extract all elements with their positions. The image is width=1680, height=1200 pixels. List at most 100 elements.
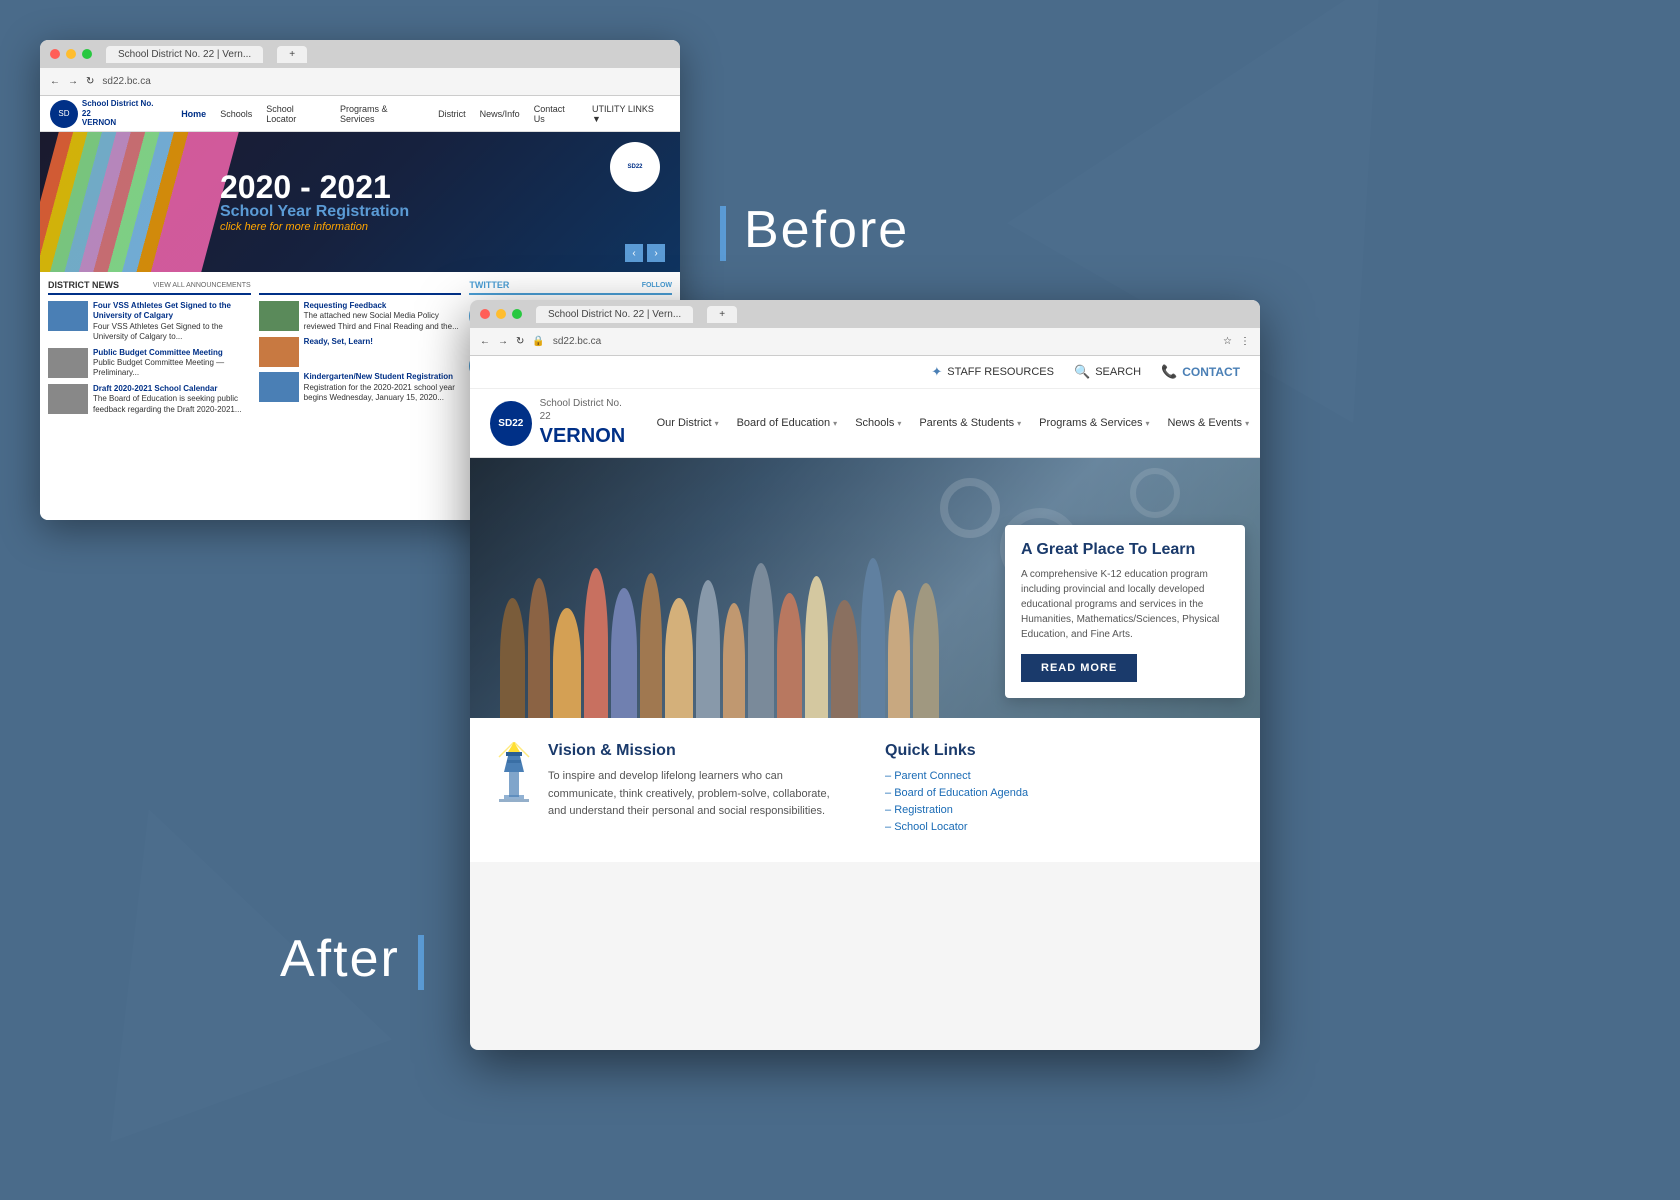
before-hero-badge: SD22 [610,142,660,192]
read-more-button[interactable]: READ MORE [1021,654,1137,682]
figure-15 [888,590,910,718]
search-btn[interactable]: 🔍 SEARCH [1074,364,1141,380]
browser-titlebar-before: School District No. 22 | Vern... + [40,40,680,68]
url-display-before[interactable]: sd22.bc.ca [102,76,150,87]
contact-btn[interactable]: 📞 CONTACT [1161,364,1240,380]
minimize-dot[interactable] [66,49,76,59]
pencils-decoration [40,132,239,272]
after-top-bar: ✦ STAFF RESOURCES 🔍 SEARCH 📞 CONTACT [470,356,1260,389]
before-news-col-2: Requesting Feedback The attached new Soc… [259,280,462,464]
after-logo-text: School District No. 22 VERNON [540,397,629,449]
before-hero-subtitle: School Year Registration [220,203,409,221]
more-text-3: Kindergarten/New Student Registration Re… [304,372,462,403]
more-news-item-2: Ready, Set, Learn! [259,337,462,367]
after-maximize-dot[interactable] [512,309,522,319]
before-hero-year: 2020 - 2021 [220,171,409,203]
hero-info-card: A Great Place To Learn A comprehensive K… [1005,525,1245,698]
quicklinks-title: Quick Links [885,742,1236,760]
vision-text: To inspire and develop lifelong learners… [548,768,845,821]
forward-icon[interactable]: → [68,76,78,87]
hero-card-title: A Great Place To Learn [1021,541,1229,559]
after-minimize-dot[interactable] [496,309,506,319]
gear-decoration-3 [1130,468,1180,518]
after-close-dot[interactable] [480,309,490,319]
staff-resources-btn[interactable]: ✦ STAFF RESOURCES [931,364,1054,380]
chevron-board: ▾ [833,419,837,428]
before-nav-programs[interactable]: Programs & Services [335,102,429,126]
browser-tab-after[interactable]: School District No. 22 | Vern... [536,306,693,323]
lighthouse-icon [494,742,534,802]
after-back-icon[interactable]: ← [480,336,490,347]
before-hero: 2020 - 2021 School Year Registration cli… [40,132,680,272]
nav-parents-students[interactable]: Parents & Students ▾ [911,412,1029,434]
hero-card-text: A comprehensive K-12 education program i… [1021,567,1229,642]
figure-14 [861,558,885,718]
search-icon: 🔍 [1074,364,1090,380]
before-nav-district[interactable]: District [433,107,471,121]
after-logo-nav: SD22 School District No. 22 VERNON Our D… [470,389,1260,457]
before-logo-icon: SD [50,100,78,128]
close-dot[interactable] [50,49,60,59]
quicklink-board-agenda[interactable]: Board of Education Agenda [885,787,1236,799]
more-thumb-3 [259,372,299,402]
reload-icon[interactable]: ↻ [86,76,94,87]
hero-next-arrow[interactable]: › [647,244,665,262]
chevron-district: ▾ [715,419,719,428]
figure-8 [696,580,720,718]
browser-urlbar-before: ← → ↻ sd22.bc.ca [40,68,680,96]
menu-icon[interactable]: ⋮ [1240,336,1250,347]
after-new-tab[interactable]: + [707,306,737,323]
before-hero-link[interactable]: click here for more information [220,221,409,233]
before-news-col: DISTRICT NEWS VIEW ALL ANNOUNCEMENTS Fou… [48,280,251,464]
after-logo: SD22 School District No. 22 VERNON [490,397,629,449]
before-news-header-2 [259,280,462,295]
nav-schools[interactable]: Schools ▾ [847,412,909,434]
quicklink-school-locator[interactable]: School Locator [885,821,1236,833]
news-text-1: Four VSS Athletes Get Signed to the Univ… [93,301,251,343]
after-reload-icon[interactable]: ↻ [516,336,524,347]
figure-3 [553,608,581,718]
after-site-header: ✦ STAFF RESOURCES 🔍 SEARCH 📞 CONTACT SD2… [470,356,1260,458]
url-display-after[interactable]: sd22.bc.ca [553,336,601,347]
figure-4 [584,568,608,718]
before-news-header: DISTRICT NEWS VIEW ALL ANNOUNCEMENTS [48,280,251,295]
more-news-item-1: Requesting Feedback The attached new Soc… [259,301,462,332]
vision-mission-section: Vision & Mission To inspire and develop … [494,742,845,838]
nav-board-education[interactable]: Board of Education ▾ [729,412,846,434]
chevron-parents: ▾ [1017,419,1021,428]
nav-news-events[interactable]: News & Events ▾ [1159,412,1257,434]
browser-tab-before[interactable]: School District No. 22 | Vern... [106,46,263,63]
figure-11 [777,593,802,718]
news-item-1: Four VSS Athletes Get Signed to the Univ… [48,301,251,343]
more-news-item-3: Kindergarten/New Student Registration Re… [259,372,462,403]
browser-new-tab[interactable]: + [277,46,307,63]
nav-programs-services[interactable]: Programs & Services ▾ [1031,412,1157,434]
news-item-3: Draft 2020-2021 School Calendar The Boar… [48,384,251,415]
before-nav-schools[interactable]: Schools [215,107,257,121]
after-label: After [280,929,424,990]
before-nav-contact[interactable]: Contact Us [529,102,583,126]
after-forward-icon[interactable]: → [498,336,508,347]
news-text-3: Draft 2020-2021 School Calendar The Boar… [93,384,251,415]
news-thumb-3 [48,384,88,414]
back-icon[interactable]: ← [50,76,60,87]
before-nav-home[interactable]: Home [176,107,211,121]
vision-content: Vision & Mission To inspire and develop … [548,742,845,838]
phone-icon: 📞 [1161,364,1177,380]
browser-urlbar-after: ← → ↻ 🔒 sd22.bc.ca ☆ ⋮ [470,328,1260,356]
before-nav-news[interactable]: News/Info [475,107,525,121]
quicklink-registration[interactable]: Registration [885,804,1236,816]
before-hero-text: 2020 - 2021 School Year Registration cli… [220,171,409,233]
before-nav-utility[interactable]: UTILITY LINKS ▼ [587,102,670,126]
after-lock-icon: 🔒 [532,336,544,347]
tools-icon: ✦ [931,364,942,380]
before-nav-locator[interactable]: School Locator [261,102,331,126]
gear-decoration-1 [940,478,1000,538]
chevron-news: ▾ [1245,419,1249,428]
bookmark-icon[interactable]: ☆ [1223,336,1232,347]
quicklink-parent-connect[interactable]: Parent Connect [885,770,1236,782]
maximize-dot[interactable] [82,49,92,59]
figure-5 [611,588,637,718]
hero-prev-arrow[interactable]: ‹ [625,244,643,262]
nav-our-district[interactable]: Our District ▾ [649,412,727,434]
